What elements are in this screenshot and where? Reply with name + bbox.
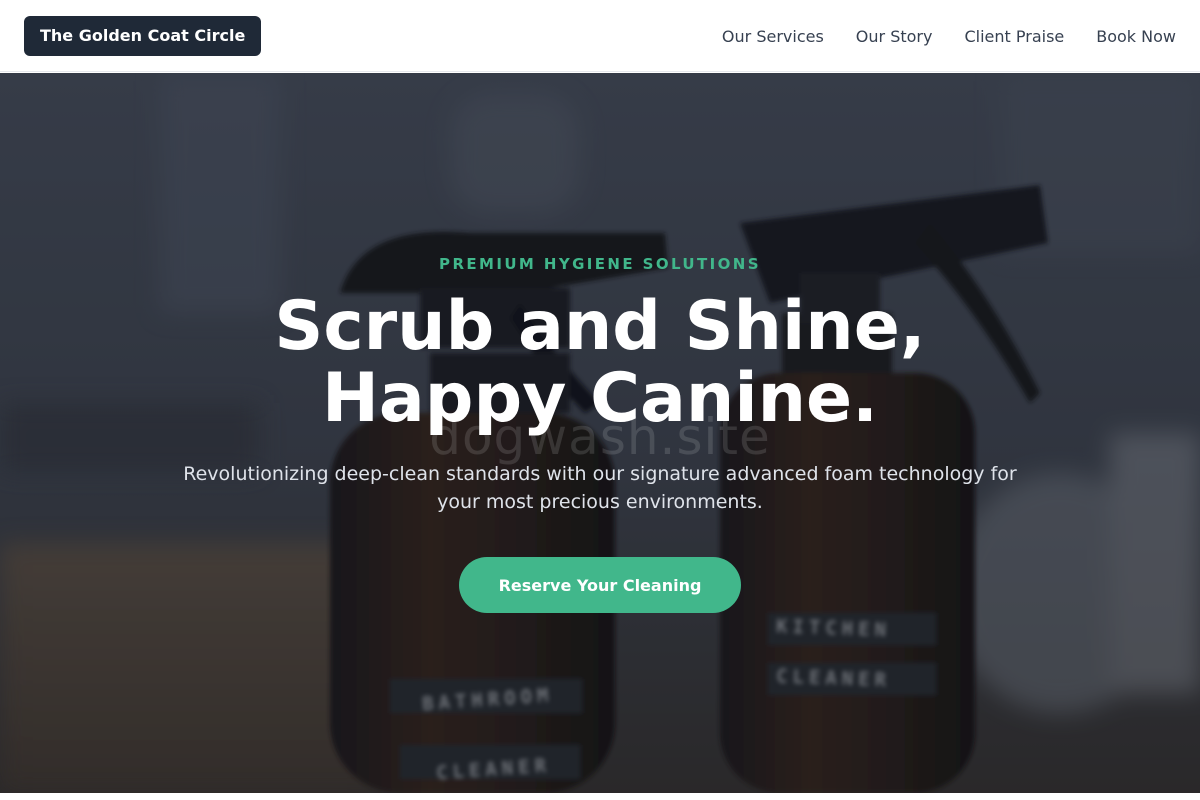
hero-headline-line2: Happy Canine. xyxy=(321,359,879,438)
hero-content: dogwash.site PREMIUM HYGIENE SOLUTIONS S… xyxy=(0,73,1200,793)
brand-logo[interactable]: The Golden Coat Circle xyxy=(24,16,262,56)
hero-subtitle: Revolutionizing deep-clean standards wit… xyxy=(183,463,1017,513)
hero-section: KITCHEN CLEANER BATHROOM CLEANER dogwash… xyxy=(0,73,1200,793)
main-nav: Our Services Our Story Client Praise Boo… xyxy=(722,0,1176,72)
hero-eyebrow: PREMIUM HYGIENE SOLUTIONS xyxy=(439,255,761,273)
hero-headline-line1: Scrub and Shine, xyxy=(274,287,926,366)
nav-link-book-now[interactable]: Book Now xyxy=(1096,27,1176,46)
site-header: The Golden Coat Circle Our Services Our … xyxy=(0,0,1200,72)
nav-link-our-services[interactable]: Our Services xyxy=(722,27,824,46)
nav-link-client-praise[interactable]: Client Praise xyxy=(964,27,1064,46)
nav-link-our-story[interactable]: Our Story xyxy=(856,27,933,46)
reserve-cleaning-button[interactable]: Reserve Your Cleaning xyxy=(459,557,741,613)
hero-headline: Scrub and Shine, Happy Canine. xyxy=(0,291,1200,435)
